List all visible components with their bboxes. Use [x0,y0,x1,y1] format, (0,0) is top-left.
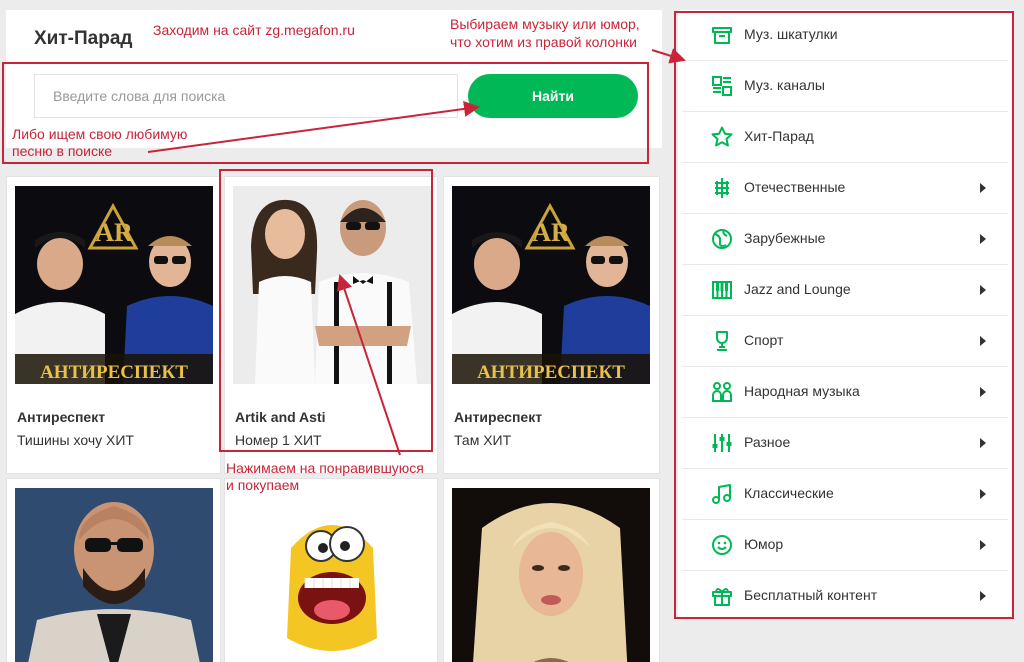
ar-logo-text: AR [95,218,133,247]
annotation-search-2: песню в поиске [12,143,113,159]
page-title: Хит-Парад [34,28,133,49]
chevron-right-icon [980,591,986,601]
annotation-choose-2: что хотим из правой колонки [450,34,637,50]
album-cover[interactable]: AR АНТИРЕСПЕКТ [452,186,650,384]
music-box-icon [712,27,732,44]
sidebar-item-label: Хит-Парад [744,128,814,144]
album-cover[interactable] [15,488,213,662]
piano-icon [712,281,732,299]
chevron-right-icon [980,234,986,244]
sidebar-item-humor[interactable]: Юмор [682,520,1008,571]
sidebar-item-label: Народная музыка [744,383,860,399]
sidebar-item-foreign[interactable]: Зарубежные [682,214,1008,265]
track-card-3[interactable]: AR АНТИРЕСПЕКТ Антиреспект Там ХИТ [443,176,660,474]
music-note-icon [712,484,731,504]
album-cover[interactable] [233,488,431,662]
star-icon [711,126,733,147]
chevron-right-icon [980,285,986,295]
sidebar-item-jazz[interactable]: Jazz and Lounge [682,265,1008,316]
artist-name: Антиреспект [454,409,543,425]
sidebar-item-free-content[interactable]: Бесплатный контент [682,571,1008,622]
sidebar-item-music-channels[interactable]: Муз. каналы [682,61,1008,112]
chevron-right-icon [980,540,986,550]
chevron-right-icon [980,438,986,448]
trophy-icon [716,331,728,351]
sidebar-item-label: Юмор [744,536,784,552]
smile-icon [712,535,732,555]
sidebar-item-label: Jazz and Lounge [744,281,851,297]
track-card-1[interactable]: AR АНТИРЕСПЕКТ Антиреспект Тишины хочу Х… [6,176,221,474]
search-input[interactable] [34,74,458,118]
ar-logo-text: AR [532,218,570,247]
domestic-icon [715,178,729,198]
sidebar-item-label: Разное [744,434,791,450]
globe-icon [712,229,732,249]
sidebar-item-misc[interactable]: Разное [682,418,1008,469]
chevron-right-icon [980,183,986,193]
chevron-right-icon [980,387,986,397]
track-card-6[interactable] [443,478,660,662]
channels-icon [712,76,732,96]
chevron-right-icon [980,489,986,499]
track-card-5[interactable] [224,478,438,662]
track-title: Там ХИТ [454,432,512,448]
artist-name: Artik and Asti [235,409,326,425]
sidebar-item-label: Муз. каналы [744,77,825,93]
sidebar-item-folk[interactable]: Народная музыка [682,367,1008,418]
gift-icon [712,588,732,606]
album-cover[interactable] [452,488,650,662]
artist-name: Антиреспект [17,409,106,425]
sidebar-item-label: Отечественные [744,179,846,195]
annotation-buy-2: и покупаем [226,477,300,493]
sidebar-item-label: Классические [744,485,834,501]
sidebar-item-hit-parade[interactable]: Хит-Парад [682,112,1008,163]
track-card-2[interactable]: Artik and Asti Номер 1 ХИТ [224,176,438,474]
category-sidebar: Муз. шкатулки Муз. каналы Хит-Парад Отеч… [678,10,1012,618]
folk-icon [712,382,732,402]
sidebar-item-label: Зарубежные [744,230,826,246]
sidebar-item-classical[interactable]: Классические [682,469,1008,520]
sidebar-item-music-boxes[interactable]: Муз. шкатулки [682,10,1008,61]
search-button[interactable]: Найти [468,74,638,118]
chevron-right-icon [980,336,986,346]
track-title: Номер 1 ХИТ [235,432,322,448]
equalizer-icon [712,434,732,452]
sidebar-item-sport[interactable]: Спорт [682,316,1008,367]
album-cover[interactable] [233,186,431,384]
track-title: Тишины хочу ХИТ [17,432,134,448]
annotation-site: Заходим на сайт zg.megafon.ru [153,22,355,38]
annotation-search-1: Либо ищем свою любимую [12,126,188,142]
cover-text: АНТИРЕСПЕКТ [477,362,625,383]
annotation-buy-1: Нажимаем на понравившуюся [226,460,424,476]
sidebar-item-domestic[interactable]: Отечественные [682,163,1008,214]
annotation-choose-1: Выбираем музыку или юмор, [450,16,640,32]
cover-text: АНТИРЕСПЕКТ [40,362,188,383]
sidebar-item-label: Бесплатный контент [744,587,878,603]
album-cover[interactable]: AR АНТИРЕСПЕКТ [15,186,213,384]
sidebar-item-label: Муз. шкатулки [744,26,838,42]
sidebar-item-label: Спорт [744,332,784,348]
track-card-4[interactable] [6,478,221,662]
